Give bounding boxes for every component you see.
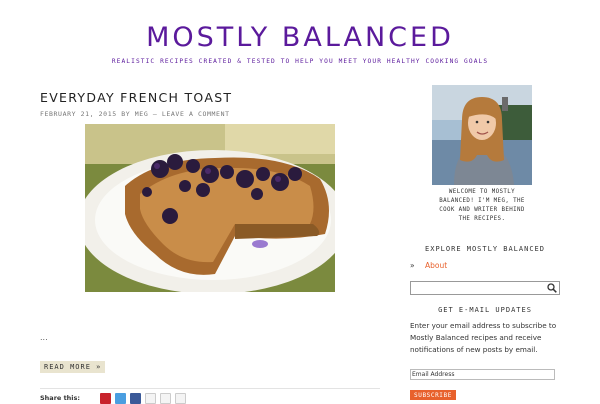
post-title[interactable]: EVERYDAY FRENCH TOAST <box>40 90 232 105</box>
email-field[interactable]: Email Address <box>410 369 555 380</box>
read-more-button[interactable]: READ MORE » <box>40 361 106 373</box>
post-excerpt: ... <box>40 333 48 342</box>
welcome-text: WELCOME TO MOSTLY BALANCED! I'M MEG, THE… <box>439 189 525 222</box>
french-toast-photo[interactable] <box>85 124 335 292</box>
search-input[interactable] <box>410 281 560 295</box>
post-date[interactable]: FEBRUARY 21, 2015 <box>40 110 117 118</box>
site-title[interactable]: MOSTLY BALANCED <box>0 20 600 56</box>
bullet: » <box>410 261 415 270</box>
twitter-icon[interactable] <box>115 393 126 404</box>
about-link[interactable]: About <box>425 261 447 270</box>
pinterest-icon[interactable] <box>100 393 111 404</box>
email-icon[interactable] <box>145 393 156 404</box>
share-icons <box>100 393 186 404</box>
email-description: Enter your email address to subscribe to… <box>410 321 557 354</box>
leave-comment-link[interactable]: LEAVE A COMMENT <box>162 110 230 118</box>
divider <box>40 388 380 389</box>
facebook-icon[interactable] <box>130 393 141 404</box>
email-widget-title: GET E-MAIL UPDATES <box>438 306 532 314</box>
share-label: Share this: <box>40 394 81 402</box>
print-icon[interactable] <box>160 393 171 404</box>
profile-photo <box>432 85 532 185</box>
reddit-icon[interactable] <box>175 393 186 404</box>
post-by: BY <box>121 110 131 118</box>
site-tagline: REALISTIC RECIPES CREATED & TESTED TO HE… <box>111 58 489 65</box>
sidebar-item-about: » About <box>410 261 447 270</box>
post-meta: FEBRUARY 21, 2015 BY MEG — LEAVE A COMME… <box>40 110 230 118</box>
post-author[interactable]: MEG <box>135 110 149 118</box>
search-icon[interactable] <box>547 283 557 293</box>
meta-separator: — <box>152 110 158 118</box>
subscribe-button[interactable]: SUBSCRIBE <box>410 390 456 400</box>
explore-widget-title: EXPLORE MOSTLY BALANCED <box>425 245 545 253</box>
